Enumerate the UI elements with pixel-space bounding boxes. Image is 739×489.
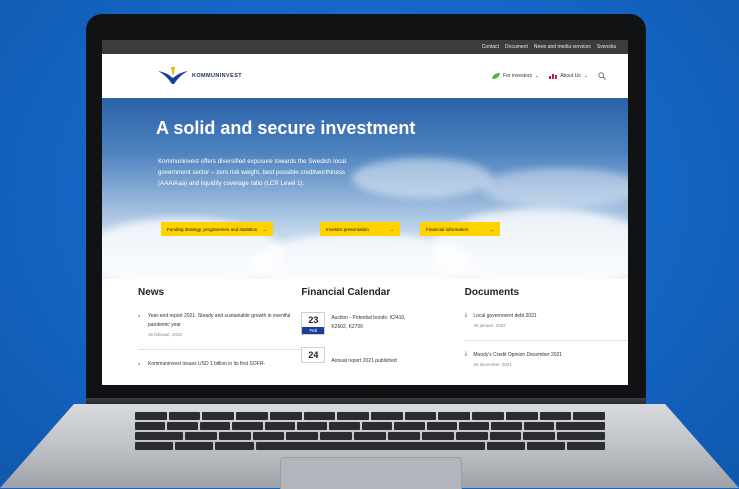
hero-title: A solid and secure investment xyxy=(156,118,416,138)
topbar-link-svenska[interactable]: Svenska xyxy=(597,44,616,50)
document-title: Local government debt 2021 xyxy=(473,313,537,319)
utility-bar: Contact Document News and media services… xyxy=(102,40,628,54)
nav-about-us[interactable]: About Us ⌄ xyxy=(549,73,588,79)
calendar-heading: Financial Calendar xyxy=(301,287,391,298)
documents-heading: Documents xyxy=(464,287,520,298)
chart-icon xyxy=(549,74,558,79)
content-columns: News Year-end report 2021: Steady and su… xyxy=(102,279,628,383)
site-logo[interactable]: KOMMUNINVEST xyxy=(158,67,242,85)
calendar-date-badge: 24 xyxy=(301,347,326,363)
topbar-link-news-media[interactable]: News and media services xyxy=(534,44,591,50)
search-icon[interactable] xyxy=(598,72,606,80)
arrow-right-icon: → xyxy=(489,226,494,232)
cta-financial-information[interactable]: Financial information → xyxy=(420,222,500,236)
download-icon: ⤓ xyxy=(464,312,468,318)
calendar-event[interactable]: 24 Annual report 2021 published xyxy=(301,347,464,366)
news-item-date: 15 februari, 2022 xyxy=(148,332,183,337)
nav-for-investors-label: For investors xyxy=(503,73,533,79)
calendar-month: Feb xyxy=(302,327,325,334)
calendar-event[interactable]: 23 Feb Auction - Potential bonds: K2410,… xyxy=(301,312,464,335)
download-icon: ⤓ xyxy=(464,351,468,357)
news-column: News Year-end report 2021: Steady and su… xyxy=(138,279,302,383)
document-date: 26 januari, 2022 xyxy=(473,323,506,328)
document-item[interactable]: ⤓ Local government debt 2021 26 januari,… xyxy=(465,312,628,330)
nav-about-us-label: About Us xyxy=(560,73,581,79)
topbar-link-contact[interactable]: Contact xyxy=(482,44,499,50)
news-item-title: Year-end report 2021: Steady and sustain… xyxy=(148,313,291,328)
calendar-event-text: Annual report 2021 published xyxy=(331,358,397,364)
arrow-right-icon: → xyxy=(262,226,267,232)
main-navigation: KOMMUNINVEST For investors ⌄ About Us ⌄ xyxy=(102,54,628,98)
nav-for-investors[interactable]: For investors ⌄ xyxy=(492,73,539,79)
cta-investor-presentation-label: Investor presentation xyxy=(326,226,369,232)
logo-text: KOMMUNINVEST xyxy=(192,73,243,79)
calendar-day: 23 xyxy=(308,315,319,325)
cta-funding-strategy[interactable]: Funding strategy, programmes and statist… xyxy=(161,222,273,236)
news-item[interactable]: Year-end report 2021: Steady and sustain… xyxy=(138,312,301,339)
trackpad xyxy=(280,457,462,489)
logo-icon xyxy=(158,67,188,84)
calendar-day: 24 xyxy=(308,350,319,360)
calendar-event-text: Auction - Potential bonds: K2410, K2602,… xyxy=(331,315,406,330)
chevron-down-icon: ⌄ xyxy=(583,73,588,79)
cta-funding-strategy-label: Funding strategy, programmes and statist… xyxy=(167,226,258,232)
news-heading: News xyxy=(138,287,165,298)
news-item[interactable]: Kommuninvest issues USD 1 billion in its… xyxy=(138,360,301,369)
cta-financial-information-label: Financial information xyxy=(426,226,469,232)
chevron-down-icon: ⌄ xyxy=(535,73,540,79)
hero-banner: A solid and secure investment Kommuninve… xyxy=(102,98,628,279)
laptop-screen: Contact Document News and media services… xyxy=(102,40,628,385)
leaf-icon xyxy=(492,73,501,79)
hero-description: Kommuninvest offers diversified exposure… xyxy=(158,158,347,187)
news-item-title: Kommuninvest issues USD 1 billion in its… xyxy=(148,361,265,367)
calendar-column: Financial Calendar 23 Feb Auction - Pote… xyxy=(301,279,464,383)
document-item[interactable]: ⤓ Moody's Credit Opinion December 2021 2… xyxy=(465,351,628,369)
topbar-link-document[interactable]: Document xyxy=(505,44,528,50)
cta-investor-presentation[interactable]: Investor presentation → xyxy=(320,222,400,236)
document-title: Moody's Credit Opinion December 2021 xyxy=(473,352,563,358)
arrow-right-icon: → xyxy=(389,226,394,232)
documents-column: Documents ⤓ Local government debt 2021 2… xyxy=(464,279,628,383)
document-date: 29 december, 2021 xyxy=(473,362,512,367)
calendar-date-badge: 23 Feb xyxy=(301,312,326,335)
keyboard xyxy=(135,412,606,452)
